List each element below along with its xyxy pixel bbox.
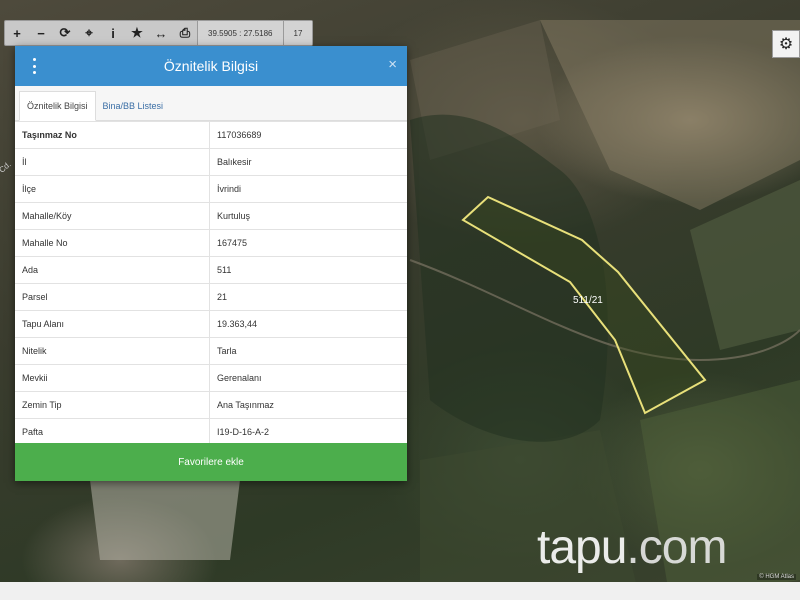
attribute-value: Tarla — [209, 337, 407, 365]
brand-name: tapu — [537, 521, 627, 574]
attribute-value: Gerenalanı — [209, 364, 407, 392]
attribute-value: 21 — [209, 283, 407, 311]
attribute-value: 117036689 — [209, 121, 407, 149]
attribute-key: İl — [15, 148, 210, 176]
field-patch — [540, 20, 800, 210]
attribute-table: Taşınmaz No 117036689 İl Balıkesir İlçe İvrin… — [15, 121, 407, 445]
tab-building-list[interactable]: Bina/BB Listesi — [96, 92, 171, 120]
table-row: Mevkii Gerenalanı — [15, 364, 407, 392]
measure-button[interactable]: ↔ — [149, 21, 173, 45]
attribute-value: I19-D-16-A-2 — [209, 418, 407, 445]
table-row: Taşınmaz No 117036689 — [15, 121, 407, 149]
attribute-value: 19.363,44 — [209, 310, 407, 338]
attribute-key: Mevkii — [15, 364, 210, 392]
attribute-value: 511 — [209, 256, 407, 284]
attribute-value: 167475 — [209, 229, 407, 257]
panel-title: Öznitelik Bilgisi — [163, 58, 259, 74]
table-row: Mahalle No 167475 — [15, 229, 407, 257]
favorite-button[interactable]: ★ — [125, 21, 149, 45]
tab-attribute-info[interactable]: Öznitelik Bilgisi — [19, 91, 96, 121]
add-favorite-button[interactable]: Favorilere ekle — [15, 443, 407, 481]
locate-button[interactable]: ⌖ — [77, 21, 101, 45]
zoom-out-button[interactable]: − — [29, 21, 53, 45]
table-row: İlçe İvrindi — [15, 175, 407, 203]
zoom-level-readout: 17 — [282, 21, 313, 45]
building-roof — [90, 480, 240, 560]
table-row: Zemin Tip Ana Taşınmaz — [15, 391, 407, 419]
attribute-key: Nitelik — [15, 337, 210, 365]
attribute-panel: Öznitelik Bilgisi × Öznitelik Bilgisi Bi… — [15, 46, 407, 481]
brand-suffix: .com — [626, 521, 727, 574]
table-row: Ada 511 — [15, 256, 407, 284]
table-row: İl Balıkesir — [15, 148, 407, 176]
parcel-label: 511/21 — [573, 295, 603, 306]
attribute-key: İlçe — [15, 175, 210, 203]
attribute-value: Ana Taşınmaz — [209, 391, 407, 419]
attribute-key: Mahalle No — [15, 229, 210, 257]
attribute-value: İvrindi — [209, 175, 407, 203]
attribute-key: Zemin Tip — [15, 391, 210, 419]
table-row: Nitelik Tarla — [15, 337, 407, 365]
brand-logo: tapu.com — [537, 520, 727, 575]
attribute-key: Taşınmaz No — [15, 121, 210, 149]
settings-gear-icon[interactable]: ⚙ — [772, 30, 800, 58]
close-icon[interactable]: × — [388, 56, 397, 73]
zoom-in-button[interactable]: + — [5, 21, 29, 45]
table-row: Pafta I19-D-16-A-2 — [15, 418, 407, 445]
attribute-key: Mahalle/Köy — [15, 202, 210, 230]
road-label: Cd. — [0, 160, 13, 175]
attribute-key: Tapu Alanı — [15, 310, 210, 338]
coordinate-readout: 39.5905 : 27.5186 — [197, 21, 283, 45]
map-toolbar: + − ⟳ ⌖ i ★ ↔ ⎙ 39.5905 : 27.5186 17 — [4, 20, 314, 46]
attribute-key: Ada — [15, 256, 210, 284]
attribute-value: Balıkesir — [209, 148, 407, 176]
refresh-button[interactable]: ⟳ — [53, 21, 77, 45]
attribute-value: Kurtuluş — [209, 202, 407, 230]
table-row: Mahalle/Köy Kurtuluş — [15, 202, 407, 230]
attribute-key: Pafta — [15, 418, 210, 445]
map-copyright: © HGM Atlas — [757, 574, 796, 580]
kebab-menu-icon[interactable] — [27, 57, 41, 75]
bottom-strip — [0, 582, 800, 600]
panel-header: Öznitelik Bilgisi × — [15, 46, 407, 86]
print-button[interactable]: ⎙ — [173, 21, 197, 45]
panel-tabs: Öznitelik Bilgisi Bina/BB Listesi — [15, 86, 407, 121]
info-button[interactable]: i — [101, 21, 125, 45]
table-row: Tapu Alanı 19.363,44 — [15, 310, 407, 338]
attribute-key: Parsel — [15, 283, 210, 311]
table-row: Parsel 21 — [15, 283, 407, 311]
